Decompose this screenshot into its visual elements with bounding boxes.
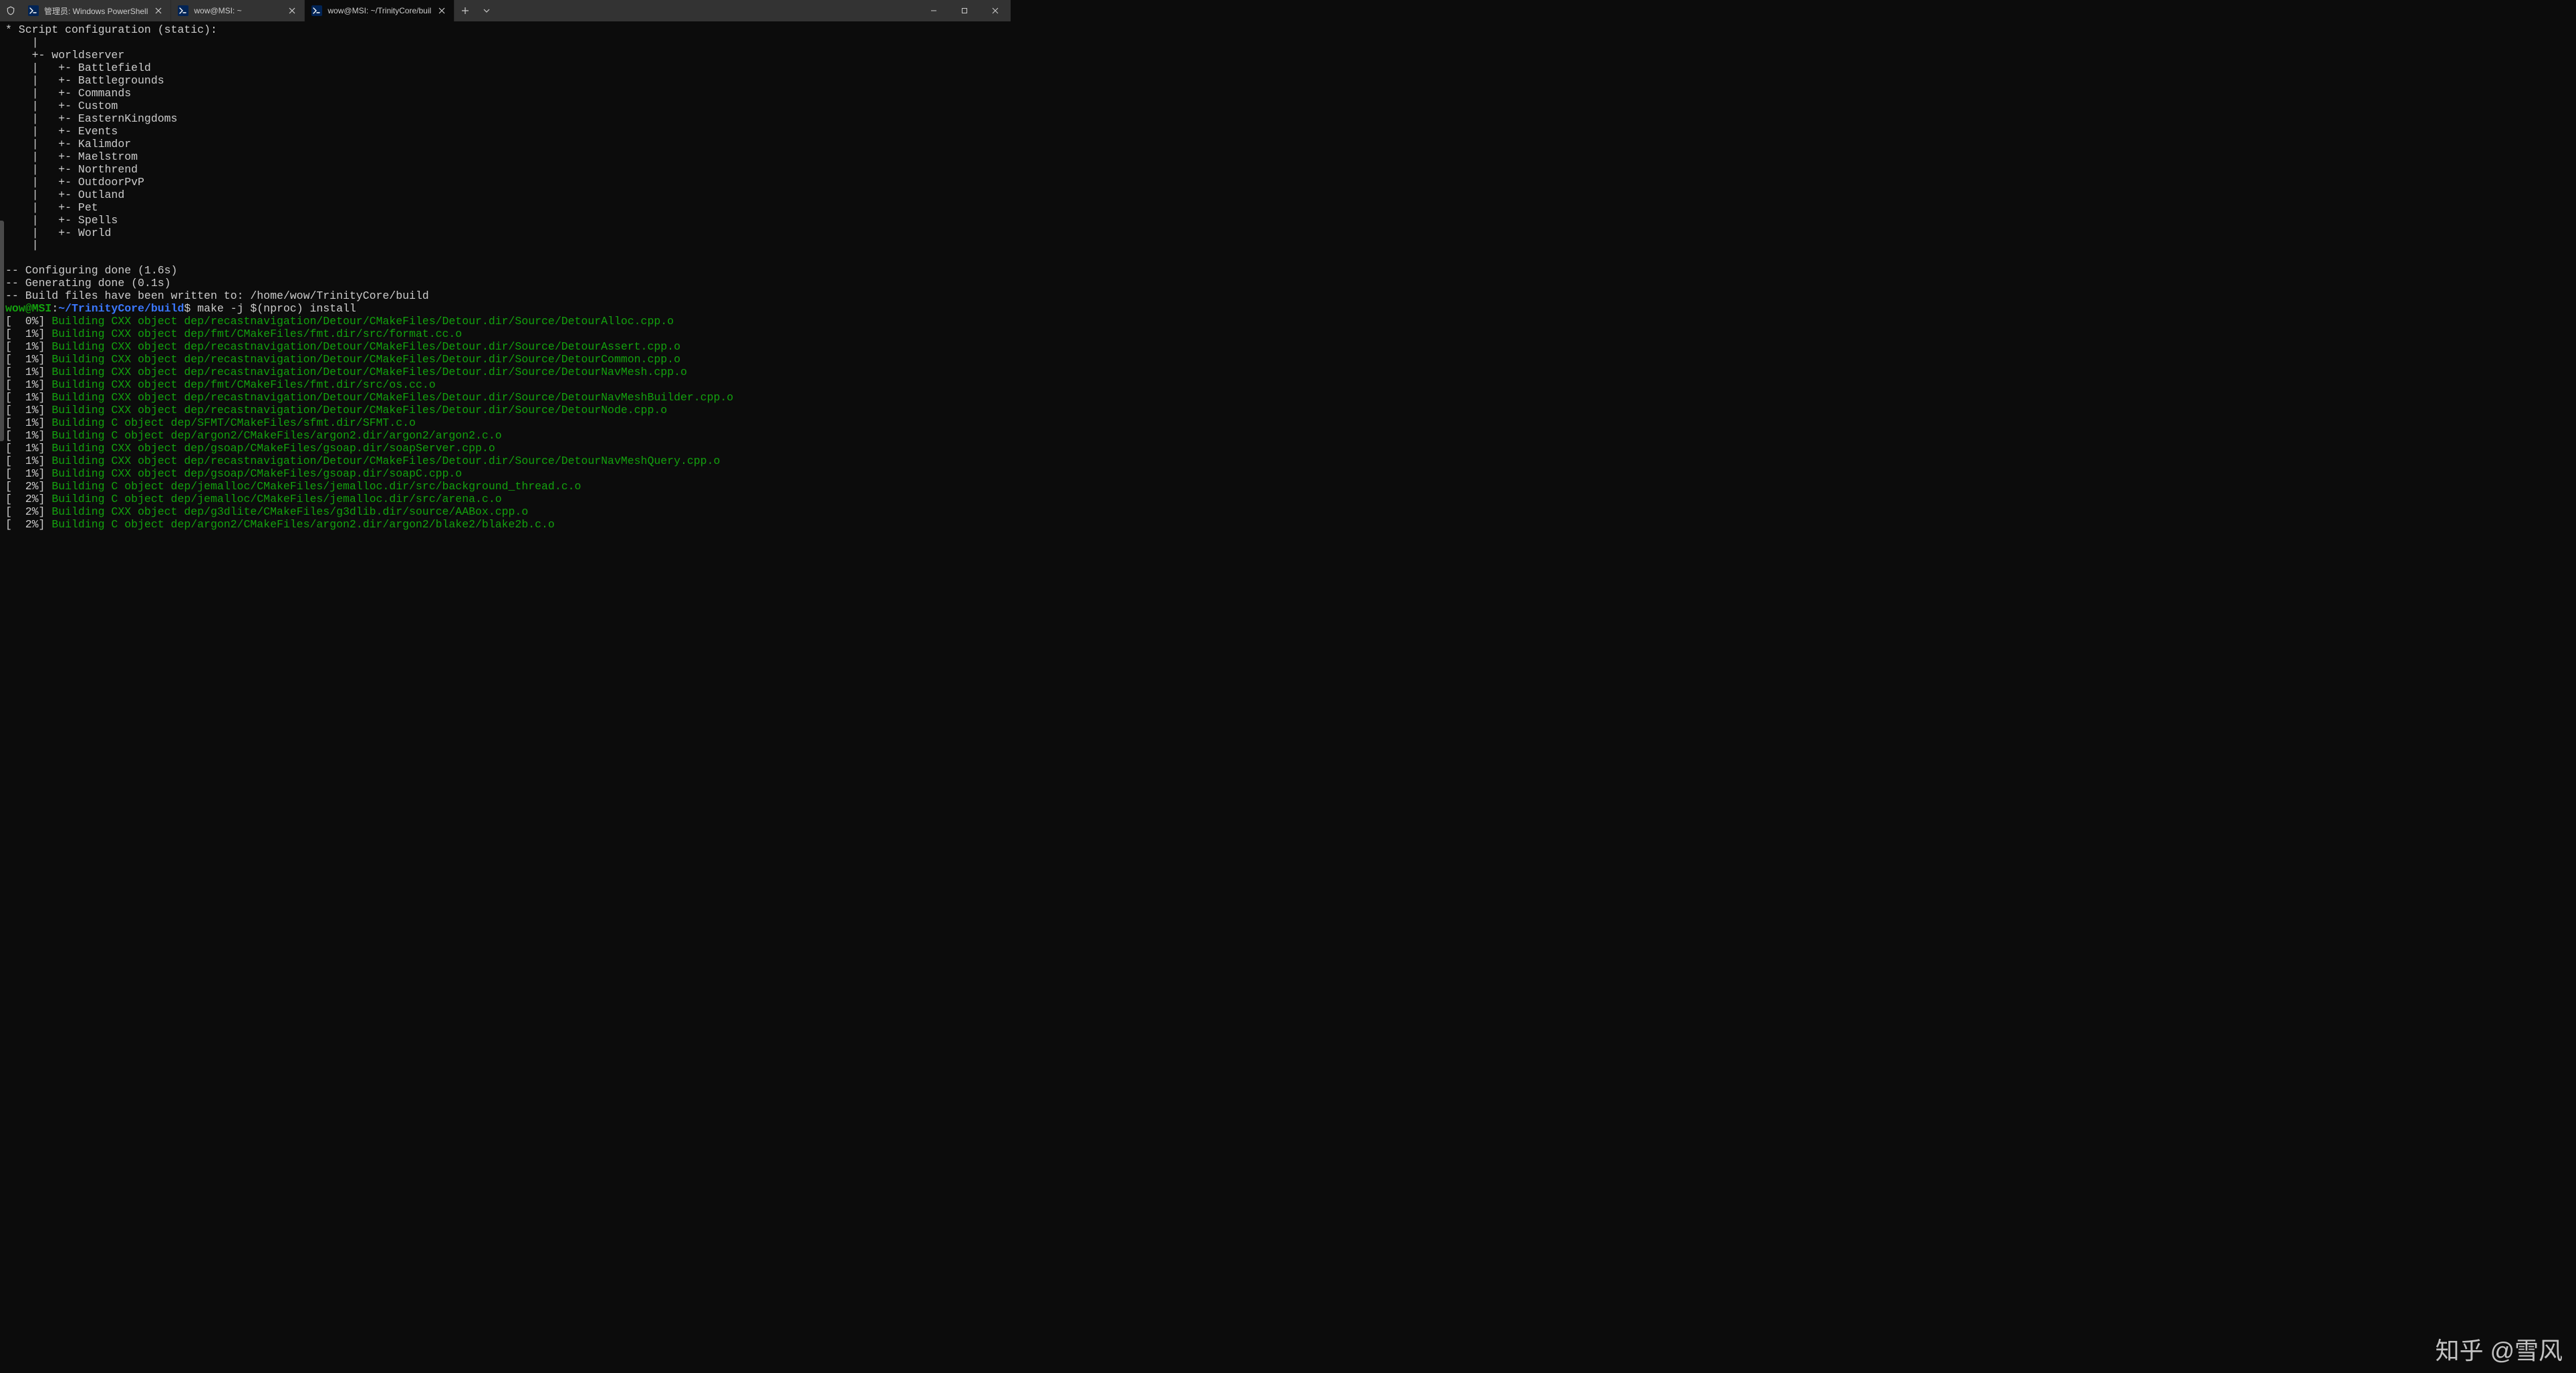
left-edge-stub (0, 221, 4, 441)
tab-title: wow@MSI: ~/TrinityCore/buil (328, 6, 431, 15)
powershell-icon (178, 5, 188, 16)
powershell-icon (311, 5, 322, 16)
tab-close-button[interactable] (436, 5, 447, 16)
window-controls (918, 0, 1011, 21)
tab-close-button[interactable] (153, 5, 164, 16)
close-button[interactable] (980, 0, 1011, 21)
tab-title: 管理员: Windows PowerShell (44, 5, 148, 17)
tab-close-button[interactable] (287, 5, 297, 16)
tab-strip: 管理员: Windows PowerShell wow@MSI: ~ wow@MSI… (21, 0, 455, 21)
tab[interactable]: wow@MSI: ~ (171, 0, 305, 21)
powershell-icon (28, 5, 39, 16)
tab[interactable]: 管理员: Windows PowerShell (21, 0, 171, 21)
title-bar: 管理员: Windows PowerShell wow@MSI: ~ wow@MSI… (0, 0, 1011, 21)
terminal-output[interactable]: * Script configuration (static): | +- wo… (0, 21, 1011, 537)
tab-dropdown-button[interactable] (476, 0, 497, 21)
tab[interactable]: wow@MSI: ~/TrinityCore/buil (305, 0, 455, 21)
shield-icon (0, 0, 21, 21)
tab-title: wow@MSI: ~ (194, 6, 281, 15)
watermark-text: 知乎 @雪风 (2435, 1332, 2563, 1366)
new-tab-button[interactable] (455, 0, 476, 21)
maximize-button[interactable] (949, 0, 980, 21)
minimize-button[interactable] (918, 0, 949, 21)
